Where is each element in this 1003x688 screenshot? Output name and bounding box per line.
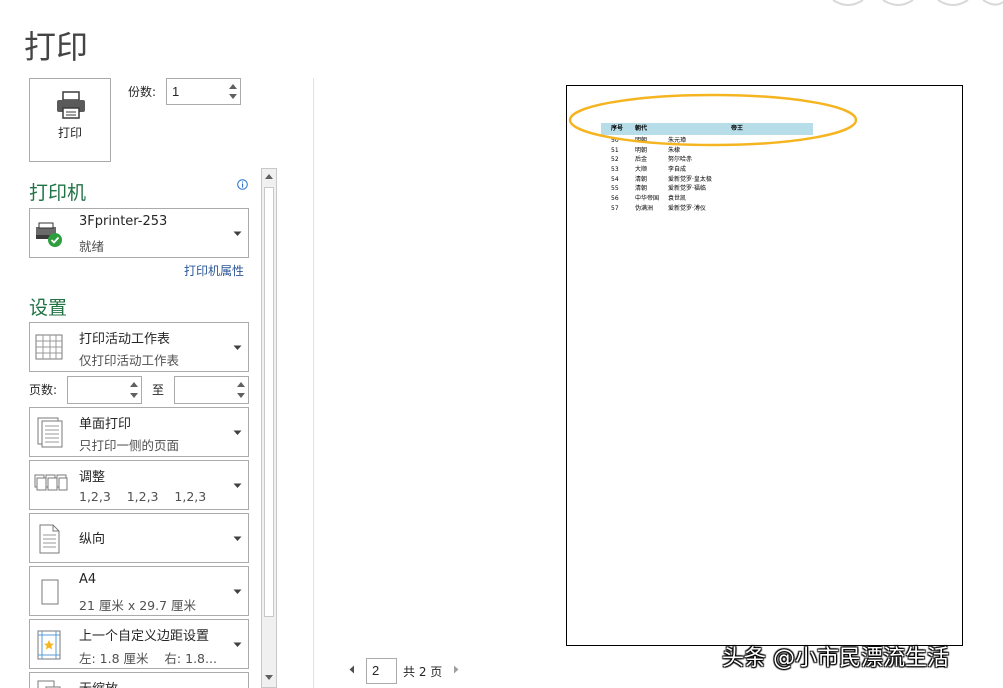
pages-from-stepper[interactable] xyxy=(67,376,142,404)
pages-to-up-icon[interactable] xyxy=(236,380,246,389)
highlight-ellipse xyxy=(568,93,858,147)
collate-select[interactable]: 调整 1,2,3 1,2,3 1,2,3 xyxy=(29,460,249,510)
settings-scrollbar[interactable] xyxy=(261,168,277,688)
table-row: 57 伪满洲 爱新觉罗·溥仪 xyxy=(601,203,813,213)
pages-to-stepper[interactable] xyxy=(174,376,249,404)
table-row: 56 中华帝国 袁世凯 xyxy=(601,193,813,203)
sides-main: 单面打印 xyxy=(79,417,132,432)
sides-sub: 只打印一侧的页面 xyxy=(79,438,180,453)
total-pages-text: 共 2 页 xyxy=(403,665,443,679)
pages-from-input[interactable] xyxy=(68,377,128,403)
table-row: 55 清朝 爱新觉罗·福临 xyxy=(601,183,813,193)
sheet-icon xyxy=(35,334,63,360)
chevron-down-icon xyxy=(233,231,242,236)
scrollbar-thumb[interactable] xyxy=(264,187,274,617)
margins-main: 上一个自定义边距设置 xyxy=(79,629,210,644)
print-button-label: 打印 xyxy=(57,126,82,140)
copies-up-icon[interactable] xyxy=(228,82,238,91)
pages-from-down-icon[interactable] xyxy=(129,391,139,400)
scroll-down-icon[interactable] xyxy=(262,669,276,685)
pages-to-input[interactable] xyxy=(175,377,235,403)
print-scope-sub: 仅打印活动工作表 xyxy=(79,353,180,368)
single-sided-icon xyxy=(37,417,63,448)
orientation-select[interactable]: 纵向 xyxy=(29,513,249,563)
copies-stepper[interactable] xyxy=(166,78,241,105)
copies-down-icon[interactable] xyxy=(228,92,238,101)
table-row: 54 清朝 爱新觉罗·皇太极 xyxy=(601,174,813,184)
scaling-icon xyxy=(37,680,61,688)
scroll-up-icon[interactable] xyxy=(262,169,276,185)
window-decoration xyxy=(832,0,1003,6)
sides-select[interactable]: 单面打印 只打印一侧的页面 xyxy=(29,407,249,457)
printer-ready-icon xyxy=(36,222,62,247)
chevron-down-icon xyxy=(233,430,242,435)
next-page-icon[interactable] xyxy=(452,665,460,674)
page-title: 打印 xyxy=(24,28,89,66)
printer-properties-link[interactable]: 打印机属性 xyxy=(184,262,244,279)
collate-icon xyxy=(34,474,68,491)
paper-size-icon xyxy=(41,579,59,605)
collate-sub: 1,2,3 1,2,3 1,2,3 xyxy=(79,489,207,504)
collate-main: 调整 xyxy=(79,470,106,485)
info-icon[interactable] xyxy=(237,179,248,190)
current-page-input[interactable]: 2 xyxy=(366,658,397,684)
printer-section-title: 打印机 xyxy=(29,182,87,204)
chevron-down-icon xyxy=(233,345,242,350)
preview-cell: 爱新觉罗·溥仪 xyxy=(668,204,706,212)
margins-select[interactable]: 上一个自定义边距设置 左: 1.8 厘米 右: 1.8... xyxy=(29,619,249,669)
margins-icon xyxy=(37,630,61,660)
printer-name: 3Fprinter-253 xyxy=(79,214,168,229)
printer-status: 就绪 xyxy=(79,239,105,254)
print-button[interactable]: 打印 xyxy=(29,78,111,162)
scaling-select[interactable]: 无缩放 xyxy=(29,672,249,688)
print-preview-page: 序号 朝代 帝王 50 明朝 朱元璋 51 明朝 朱棣 52 后金 努尔哈赤 5… xyxy=(566,85,963,646)
settings-section-title: 设置 xyxy=(29,297,68,319)
pages-to-label: 至 xyxy=(152,383,165,397)
chevron-down-icon xyxy=(233,536,242,541)
watermark-text: 头条 @小市民漂流生活 xyxy=(722,646,949,671)
panel-divider xyxy=(313,78,314,688)
paper-size-sub: 21 厘米 x 29.7 厘米 xyxy=(79,598,197,613)
preview-cell: 伪满洲 xyxy=(635,204,654,212)
chevron-down-icon xyxy=(233,642,242,647)
preview-cell: 57 xyxy=(611,204,619,212)
chevron-down-icon xyxy=(233,589,242,594)
previous-page-icon[interactable] xyxy=(348,665,356,674)
portrait-icon xyxy=(39,524,60,554)
copies-input[interactable] xyxy=(167,79,227,104)
print-scope-select[interactable]: 打印活动工作表 仅打印活动工作表 xyxy=(29,322,249,372)
printer-select[interactable]: 3Fprinter-253 就绪 xyxy=(29,208,249,258)
table-row: 53 大顺 李自成 xyxy=(601,164,813,174)
copies-label: 份数: xyxy=(128,85,157,99)
margins-sub: 左: 1.8 厘米 右: 1.8... xyxy=(79,651,217,666)
paper-size-select[interactable]: A4 21 厘米 x 29.7 厘米 xyxy=(29,566,249,616)
chevron-down-icon xyxy=(233,483,242,488)
pages-label: 页数: xyxy=(29,383,58,397)
orientation-main: 纵向 xyxy=(79,532,106,547)
printer-icon xyxy=(57,91,85,119)
table-row: 52 后金 努尔哈赤 xyxy=(601,154,813,164)
scaling-main: 无缩放 xyxy=(79,678,118,688)
pages-to-down-icon[interactable] xyxy=(236,391,246,400)
print-scope-main: 打印活动工作表 xyxy=(79,332,171,347)
pages-from-up-icon[interactable] xyxy=(129,380,139,389)
paper-size-main: A4 xyxy=(79,572,97,587)
